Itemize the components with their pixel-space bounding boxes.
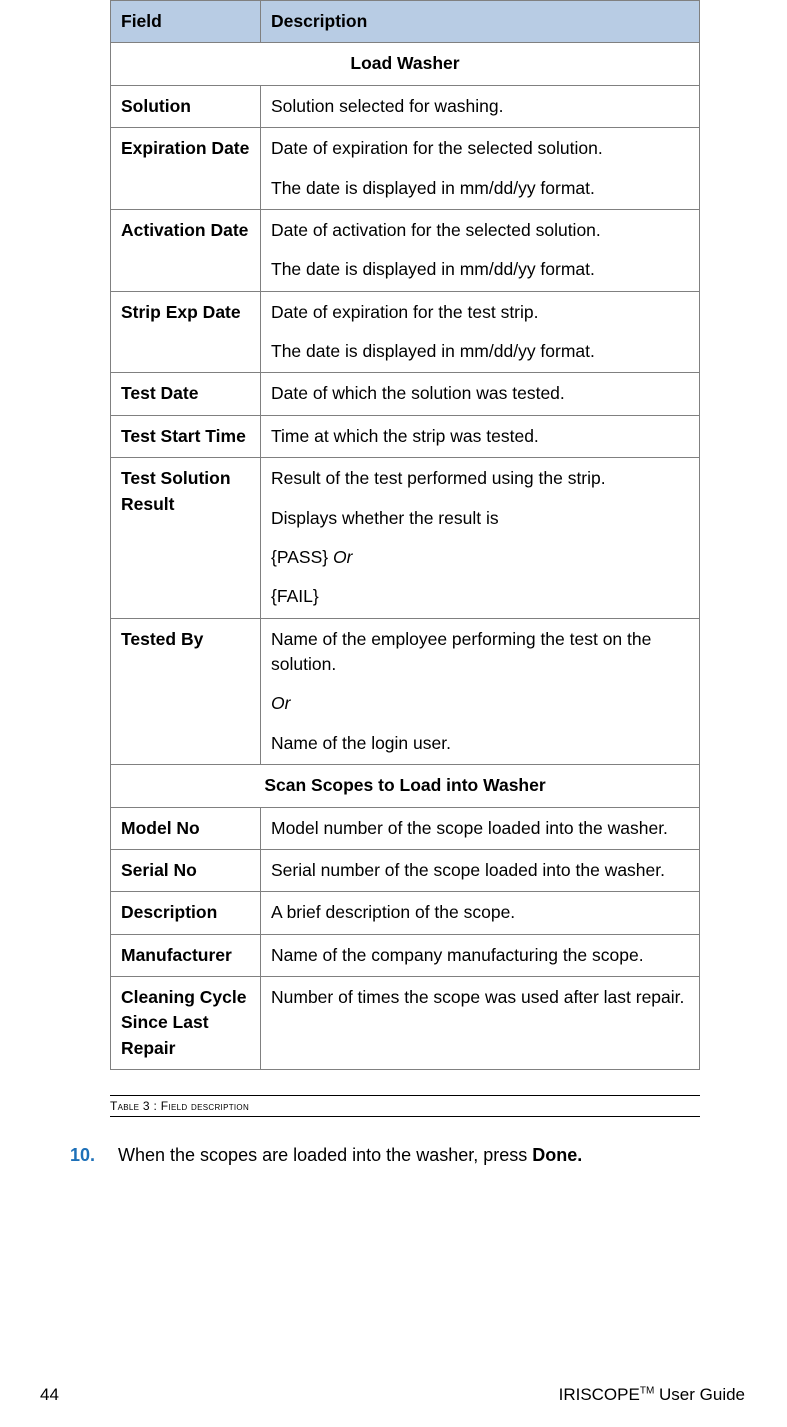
header-description: Description: [261, 1, 700, 43]
page-number: 44: [40, 1385, 59, 1405]
field-description-table: Field Description Load Washer Solution S…: [110, 0, 700, 1070]
field-label: Model No: [111, 807, 261, 849]
footer-product: IRISCOPETM User Guide: [559, 1385, 745, 1405]
table-row: Strip Exp Date Date of expiration for th…: [111, 291, 700, 373]
field-desc: Date of expiration for the test strip.Th…: [261, 291, 700, 373]
table-row: Test Date Date of which the solution was…: [111, 373, 700, 415]
table-row: Tested By Name of the employee performin…: [111, 618, 700, 765]
field-label: Test Date: [111, 373, 261, 415]
field-desc: Serial number of the scope loaded into t…: [261, 849, 700, 891]
field-label: Solution: [111, 85, 261, 127]
field-label: Cleaning Cycle Since Last Repair: [111, 977, 261, 1070]
field-desc: Date of which the solution was tested.: [261, 373, 700, 415]
field-desc: Number of times the scope was used after…: [261, 977, 700, 1070]
field-desc: Name of the employee performing the test…: [261, 618, 700, 765]
field-desc: Time at which the strip was tested.: [261, 415, 700, 457]
table-row: Model No Model number of the scope loade…: [111, 807, 700, 849]
step-text: When the scopes are loaded into the wash…: [118, 1145, 727, 1166]
section-load-washer: Load Washer: [111, 43, 700, 85]
table-row: Description A brief description of the s…: [111, 892, 700, 934]
table-row: Activation Date Date of activation for t…: [111, 209, 700, 291]
table-row: Manufacturer Name of the company manufac…: [111, 934, 700, 976]
field-label: Serial No: [111, 849, 261, 891]
table-row: Expiration Date Date of expiration for t…: [111, 128, 700, 210]
field-label: Strip Exp Date: [111, 291, 261, 373]
table-caption: Table 3 : Field description: [110, 1096, 700, 1116]
field-label: Test Solution Result: [111, 458, 261, 619]
table-row: Test Start Time Time at which the strip …: [111, 415, 700, 457]
section-scan-scopes: Scan Scopes to Load into Washer: [111, 765, 700, 807]
page-footer: 44 IRISCOPETM User Guide: [40, 1385, 745, 1405]
field-desc: Solution selected for washing.: [261, 85, 700, 127]
field-desc: Name of the company manufacturing the sc…: [261, 934, 700, 976]
field-desc: Result of the test performed using the s…: [261, 458, 700, 619]
table-caption-block: Table 3 : Field description: [110, 1095, 700, 1117]
field-desc: A brief description of the scope.: [261, 892, 700, 934]
header-field: Field: [111, 1, 261, 43]
field-label: Manufacturer: [111, 934, 261, 976]
field-label: Test Start Time: [111, 415, 261, 457]
field-desc: Date of activation for the selected solu…: [261, 209, 700, 291]
step-10: 10. When the scopes are loaded into the …: [70, 1145, 727, 1166]
field-desc: Date of expiration for the selected solu…: [261, 128, 700, 210]
table-row: Test Solution Result Result of the test …: [111, 458, 700, 619]
table-row: Solution Solution selected for washing.: [111, 85, 700, 127]
table-row: Serial No Serial number of the scope loa…: [111, 849, 700, 891]
field-label: Activation Date: [111, 209, 261, 291]
table-row: Cleaning Cycle Since Last Repair Number …: [111, 977, 700, 1070]
field-label: Tested By: [111, 618, 261, 765]
field-label: Expiration Date: [111, 128, 261, 210]
field-label: Description: [111, 892, 261, 934]
step-number: 10.: [70, 1145, 104, 1166]
field-desc: Model number of the scope loaded into th…: [261, 807, 700, 849]
